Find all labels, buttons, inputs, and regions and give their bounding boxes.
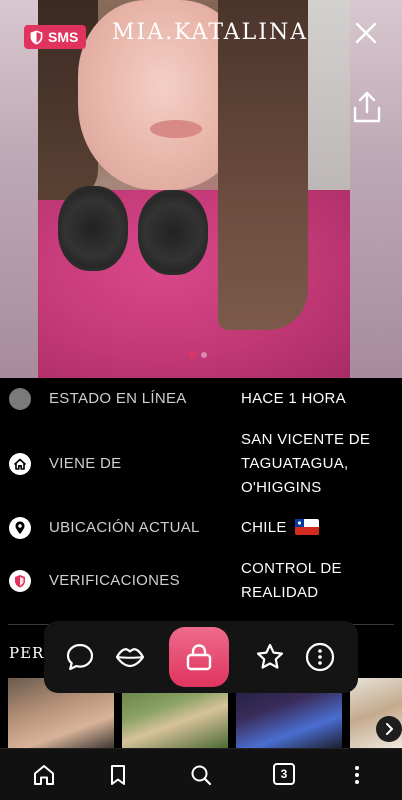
profile-action-bar [44,621,358,693]
carousel-indicator [189,352,207,358]
chat-bubble-icon[interactable] [65,642,95,672]
home-icon[interactable] [32,763,56,787]
status-dot-icon [9,388,31,410]
profile-photo[interactable] [38,0,350,378]
info-value: HACE 1 HORA [241,390,346,407]
tabs-count: 3 [280,767,288,781]
unlock-button[interactable] [169,627,229,687]
info-label: VERIFICACIONES [49,572,180,589]
star-icon[interactable] [255,642,285,672]
carousel-dot[interactable] [201,352,207,358]
bookmark-icon[interactable] [106,763,130,787]
more-vertical-icon[interactable] [345,763,369,787]
info-value-line: O'HIGGINS [241,479,322,496]
kiss-lips-icon[interactable] [115,642,145,672]
info-value-line: CHILE [241,519,287,536]
info-value-line: TAGUATAGUA, [241,455,349,472]
info-value: SAN VICENTE DE TAGUATAGUA, O'HIGGINS [241,428,370,500]
gallery-next-button[interactable] [376,716,402,742]
browser-bottom-nav: 3 [0,748,402,800]
profile-photo-carousel[interactable]: SMS MIA.KATALINA [0,0,402,378]
search-icon[interactable] [189,763,213,787]
info-value: CHILE [241,516,319,540]
location-pin-icon [9,517,31,539]
info-row-origin: VIENE DE SAN VICENTE DE TAGUATAGUA, O'HI… [0,428,402,500]
shield-icon [9,570,31,592]
lock-icon [186,644,212,671]
close-icon[interactable] [354,21,378,45]
photo-lips [150,120,202,138]
chevron-right-icon [386,723,393,735]
info-label: ESTADO EN LÍNEA [49,390,187,407]
tabs-count-button[interactable]: 3 [273,763,295,785]
info-value: CONTROL DE REALIDAD [241,557,342,605]
info-row-online-status: ESTADO EN LÍNEA HACE 1 HORA [0,387,402,411]
sms-badge: SMS [24,25,87,49]
home-icon [9,453,31,475]
more-options-icon[interactable] [305,642,335,672]
info-value-line: REALIDAD [241,584,319,601]
carousel-dot[interactable] [189,352,195,358]
photo-hair-right [218,0,308,330]
chile-flag-icon [294,519,319,535]
info-label: UBICACIÓN ACTUAL [49,519,200,536]
info-value-line: SAN VICENTE DE [241,431,371,448]
info-value-line: CONTROL DE [241,560,342,577]
info-row-verifications: VERIFICACIONES CONTROL DE REALIDAD [0,557,402,605]
info-label: VIENE DE [49,455,122,472]
info-row-current-location: UBICACIÓN ACTUAL CHILE [0,516,402,540]
photo-headphones [58,180,238,275]
share-icon[interactable] [352,90,382,124]
profile-username: MIA.KATALINA [112,20,309,45]
sms-badge-label: SMS [48,29,79,45]
shield-icon [30,30,43,44]
